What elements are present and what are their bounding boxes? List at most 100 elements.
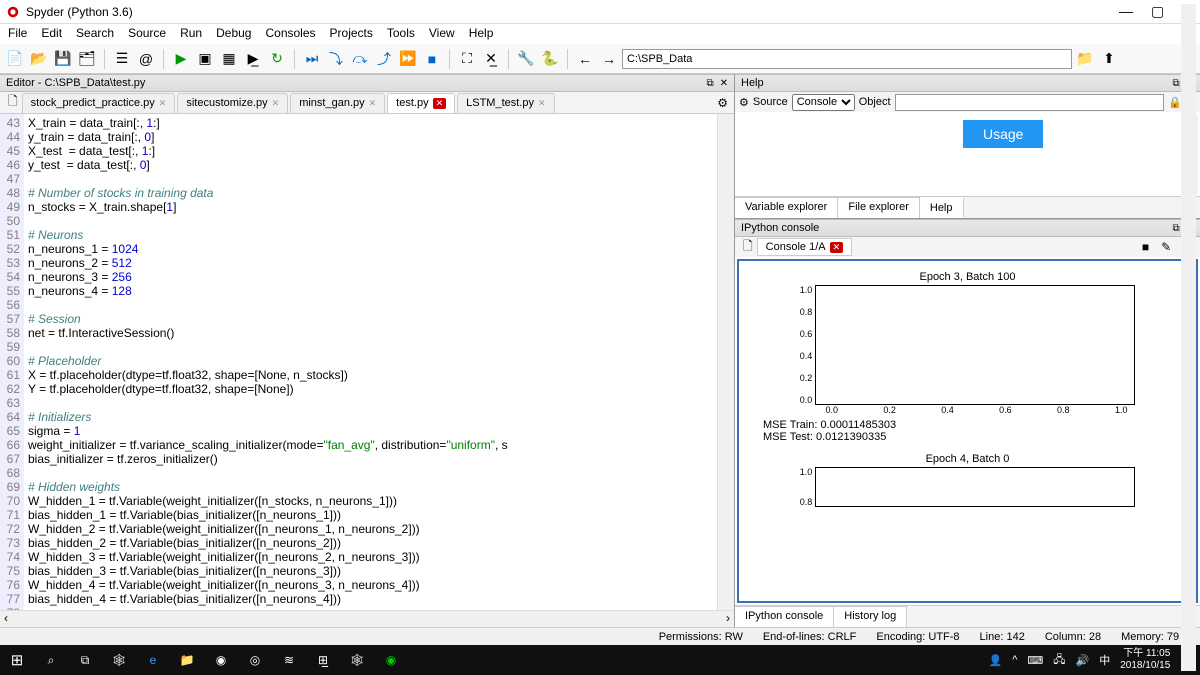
file-tab[interactable]: test.py✕ xyxy=(387,93,455,113)
menu-consoles[interactable]: Consoles xyxy=(265,26,315,42)
menu-projects[interactable]: Projects xyxy=(330,26,373,42)
rerun-icon[interactable]: ↻ xyxy=(266,48,288,70)
undock-icon[interactable]: ⧉ xyxy=(706,78,713,89)
tray-ime[interactable]: 中 xyxy=(1099,652,1110,668)
tray-keyboard-icon[interactable]: ⌨ xyxy=(1027,654,1043,667)
menu-file[interactable]: File xyxy=(8,26,27,42)
search-icon[interactable]: ⌕ xyxy=(40,649,62,671)
code-editor[interactable]: 43 44 45 46 47 48 49 50 51 52 53 54 55 5… xyxy=(0,114,734,610)
new-file-icon[interactable]: 📄 xyxy=(4,48,26,70)
menu-search[interactable]: Search xyxy=(76,26,114,42)
debug-step-icon[interactable]: ⏭ xyxy=(301,48,323,70)
console-edit-icon[interactable]: ✎ xyxy=(1155,238,1177,256)
tray-clock[interactable]: 下午 11:05 2018/10/15 xyxy=(1120,648,1170,672)
run-icon[interactable]: ▶ xyxy=(170,48,192,70)
debug-continue-icon[interactable]: ⏩ xyxy=(397,48,419,70)
taskbar-app-edge[interactable]: e xyxy=(142,649,164,671)
file-tab[interactable]: minst_gan.py✕ xyxy=(290,93,385,113)
file-browse-icon[interactable]: 🗋 xyxy=(4,90,22,115)
editor-scrollbar-v[interactable] xyxy=(717,114,734,610)
save-icon[interactable]: 💾 xyxy=(52,48,74,70)
run-cell-advance-icon[interactable]: ▦ xyxy=(218,48,240,70)
console-title-text: IPython console xyxy=(741,222,819,234)
help-pane-title: Help ⧉✕ xyxy=(735,74,1200,92)
console-bottom-tab[interactable]: IPython console xyxy=(735,606,834,627)
tray-volume-icon[interactable]: 🔊 xyxy=(1076,654,1090,667)
taskbar-app-generic1[interactable]: ◎ xyxy=(244,649,266,671)
help-source-select[interactable]: Console xyxy=(792,94,855,111)
tray-chevron-icon[interactable]: ^ xyxy=(1012,654,1017,666)
console-tab[interactable]: Console 1/A ✕ xyxy=(757,238,852,256)
back-icon[interactable]: ← xyxy=(574,48,596,70)
people-icon[interactable]: 👤 xyxy=(989,654,1003,667)
help-gear-icon[interactable]: ⚙ xyxy=(739,96,749,109)
taskbar-app-spyder2[interactable]: 🕸 xyxy=(346,649,368,671)
save-all-icon[interactable]: 🗂 xyxy=(76,48,98,70)
console-undock-icon[interactable]: ⧉ xyxy=(1172,223,1179,234)
start-button[interactable]: ⊞ xyxy=(6,649,28,671)
file-tab-close-icon[interactable]: ✕ xyxy=(272,98,280,109)
menu-help[interactable]: Help xyxy=(469,26,494,42)
run-cell-icon[interactable]: ▣ xyxy=(194,48,216,70)
console-tab-label: Console 1/A xyxy=(766,241,826,253)
help-subtab[interactable]: Help xyxy=(920,197,964,218)
help-object-input[interactable] xyxy=(895,94,1165,111)
working-dir-input[interactable] xyxy=(622,49,1072,69)
menu-source[interactable]: Source xyxy=(128,26,166,42)
open-file-icon[interactable]: 📂 xyxy=(28,48,50,70)
run-selection-icon[interactable]: ▶̲ xyxy=(242,48,264,70)
debug-stop-icon[interactable]: ■ xyxy=(421,48,443,70)
maximize-button[interactable]: ▢ xyxy=(1151,3,1164,20)
file-tab-close-icon[interactable]: ✕ xyxy=(369,98,377,109)
file-tab-close-icon[interactable]: ✕ xyxy=(538,98,546,109)
console-browse-icon[interactable]: 🗋 xyxy=(739,235,757,260)
file-tab[interactable]: sitecustomize.py✕ xyxy=(177,93,288,113)
code-content[interactable]: X_train = data_train[:, 1:] y_train = da… xyxy=(24,114,717,610)
at-icon[interactable]: @ xyxy=(135,48,157,70)
python-path-icon[interactable]: 🐍 xyxy=(539,48,561,70)
status-eol: End-of-lines: CRLF xyxy=(763,631,857,643)
file-tab-close-icon[interactable]: ✕ xyxy=(159,98,167,109)
file-tab[interactable]: LSTM_test.py✕ xyxy=(457,93,554,113)
taskbar-app-explorer[interactable]: 📁 xyxy=(176,649,198,671)
menu-view[interactable]: View xyxy=(429,26,455,42)
menu-tools[interactable]: Tools xyxy=(387,26,415,42)
file-tab-close-icon[interactable]: ✕ xyxy=(433,98,447,109)
list-icon[interactable]: ☰ xyxy=(111,48,133,70)
taskbar-app-line[interactable]: ◉ xyxy=(380,649,402,671)
close-pane-icon[interactable]: ✕ xyxy=(720,78,728,89)
taskbar-app-generic2[interactable]: ≋ xyxy=(278,649,300,671)
taskbar-app-spyder[interactable]: 🕸 xyxy=(108,649,130,671)
parent-dir-icon[interactable]: ⬆ xyxy=(1098,48,1120,70)
debug-step-out-icon[interactable]: ⤴ xyxy=(373,48,395,70)
forward-icon[interactable]: → xyxy=(598,48,620,70)
task-view-icon[interactable]: ⧉ xyxy=(74,649,96,671)
menu-edit[interactable]: Edit xyxy=(41,26,62,42)
console-tab-close-icon[interactable]: ✕ xyxy=(830,242,844,253)
preferences-icon[interactable]: 🔧 xyxy=(515,48,537,70)
menu-run[interactable]: Run xyxy=(180,26,202,42)
file-tab[interactable]: stock_predict_practice.py✕ xyxy=(22,93,176,113)
line-numbers: 43 44 45 46 47 48 49 50 51 52 53 54 55 5… xyxy=(0,114,24,610)
maximize-pane-icon[interactable]: ⛶ xyxy=(456,48,478,70)
minimize-button[interactable]: — xyxy=(1119,3,1133,20)
fullscreen-icon[interactable]: ✕̲ xyxy=(480,48,502,70)
console-scrollbar[interactable] xyxy=(1181,259,1196,603)
help-subtab[interactable]: Variable explorer xyxy=(735,197,838,218)
browse-dir-icon[interactable]: 📁 xyxy=(1074,48,1096,70)
help-undock-icon[interactable]: ⧉ xyxy=(1172,78,1179,89)
debug-step-in-icon[interactable]: ⤵ xyxy=(325,48,347,70)
editor-scrollbar-h[interactable]: ‹› xyxy=(0,610,734,627)
mse-test-text: MSE Test: 0.0121390335 xyxy=(743,431,1192,443)
console-output[interactable]: Epoch 3, Batch 100 1.00.80.60.40.20.0 0.… xyxy=(737,259,1198,603)
taskbar-app-chrome[interactable]: ◉ xyxy=(210,649,232,671)
plot2-axes xyxy=(815,467,1135,507)
tray-network-icon[interactable]: 🖧 xyxy=(1053,651,1065,670)
console-stop-icon[interactable]: ■ xyxy=(1136,238,1155,256)
menu-debug[interactable]: Debug xyxy=(216,26,251,42)
console-bottom-tab[interactable]: History log xyxy=(834,606,907,627)
debug-step-over-icon[interactable]: ⤼ xyxy=(349,48,371,70)
tab-options-icon[interactable]: ⚙ xyxy=(711,94,734,112)
help-subtab[interactable]: File explorer xyxy=(838,197,920,218)
taskbar-app-calculator[interactable]: ⊞̲ xyxy=(312,649,334,671)
